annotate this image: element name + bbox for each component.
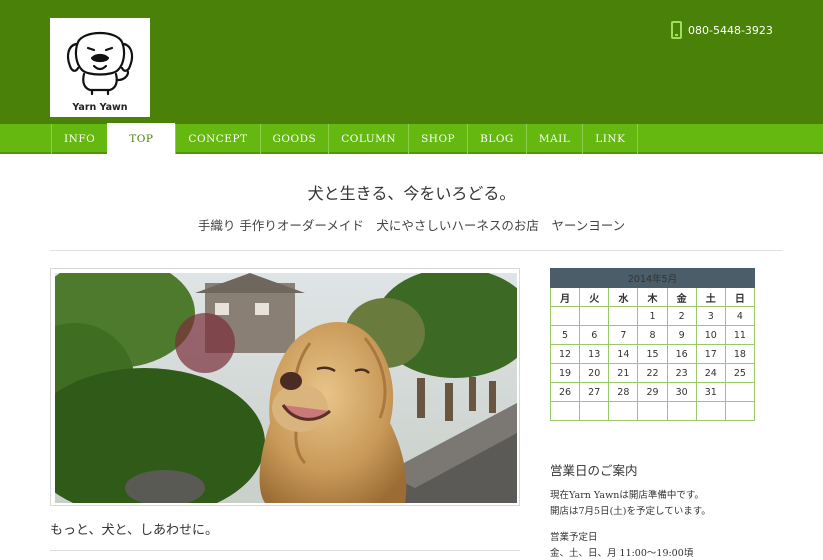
site-logo[interactable]: Yarn Yawn xyxy=(50,18,150,117)
site-subtitle: 手織り 手作りオーダーメイド 犬にやさしいハーネスのお店 ヤーンヨーン xyxy=(197,218,626,233)
calendar-weekday: 水 xyxy=(608,287,639,307)
schedule-hours: 金、土、日、月 11:00～19:00頃 xyxy=(550,548,694,559)
nav-item-link[interactable]: LINK xyxy=(582,124,639,154)
calendar-day: 9 xyxy=(666,325,697,345)
main-navigation: INFO TOP CONCEPT GOODS COLUMN SHOP BLOG … xyxy=(0,123,823,154)
hero-photo-dog xyxy=(55,273,517,503)
calendar-day: 14 xyxy=(608,344,639,364)
calendar-weekday: 日 xyxy=(724,287,756,307)
calendar-day: 22 xyxy=(637,363,668,383)
opening-status-text: 現在Yarn Yawnは開店準備中です。 xyxy=(550,490,704,501)
hero-photo-frame xyxy=(50,268,520,506)
calendar-day: 10 xyxy=(695,325,726,345)
calendar-day: 4 xyxy=(724,306,756,326)
calendar-week: 19 20 21 22 23 24 25 xyxy=(549,363,756,383)
nav-item-top[interactable]: TOP xyxy=(107,123,176,154)
nav-item-goods[interactable]: GOODS xyxy=(259,124,329,154)
calendar-day: 31 xyxy=(695,382,726,402)
business-calendar: 2014年5月 月 火 水 木 金 土 日 1 2 3 4 5 6 7 8 9 … xyxy=(549,268,756,421)
calendar-day xyxy=(549,306,581,326)
logo-text: Yarn Yawn xyxy=(72,102,128,113)
nav-item-info[interactable]: INFO xyxy=(51,124,107,154)
divider xyxy=(50,250,783,251)
calendar-day xyxy=(549,401,581,421)
photo-caption: もっと、犬と、しあわせに。 xyxy=(50,523,218,538)
calendar-day: 29 xyxy=(637,382,668,402)
schedule-label: 営業予定日 xyxy=(550,532,598,543)
calendar-day: 25 xyxy=(724,363,756,383)
calendar-week: 5 6 7 8 9 10 11 xyxy=(549,325,756,345)
calendar-week-empty xyxy=(549,401,756,421)
dog-logo-icon xyxy=(66,31,134,96)
calendar-day: 21 xyxy=(608,363,639,383)
calendar-weekday: 土 xyxy=(695,287,726,307)
nav-item-concept[interactable]: CONCEPT xyxy=(175,124,259,154)
calendar-day xyxy=(724,382,756,402)
calendar-day: 15 xyxy=(637,344,668,364)
calendar-day: 3 xyxy=(695,306,726,326)
calendar-day: 18 xyxy=(724,344,756,364)
calendar-weekday-row: 月 火 水 木 金 土 日 xyxy=(549,287,756,307)
calendar-day xyxy=(608,401,639,421)
calendar-weekday: 火 xyxy=(579,287,610,307)
calendar-weekday: 金 xyxy=(666,287,697,307)
calendar-day xyxy=(579,306,610,326)
calendar-day: 26 xyxy=(549,382,581,402)
calendar-day xyxy=(666,401,697,421)
calendar-day xyxy=(724,401,756,421)
opening-date-text: 開店は7月5日(土)を予定しています。 xyxy=(550,506,711,517)
calendar-day: 28 xyxy=(608,382,639,402)
calendar-day: 12 xyxy=(549,344,581,364)
calendar-day: 30 xyxy=(666,382,697,402)
calendar-day: 1 xyxy=(637,306,668,326)
divider xyxy=(50,550,520,551)
calendar-day: 7 xyxy=(608,325,639,345)
calendar-day: 17 xyxy=(695,344,726,364)
site-header: Yarn Yawn 080-5448-3923 xyxy=(0,0,823,124)
calendar-weekday: 木 xyxy=(637,287,668,307)
calendar-day: 8 xyxy=(637,325,668,345)
calendar-day: 6 xyxy=(579,325,610,345)
calendar-day xyxy=(637,401,668,421)
calendar-day: 19 xyxy=(549,363,581,383)
calendar-day: 11 xyxy=(724,325,756,345)
nav-item-column[interactable]: COLUMN xyxy=(328,124,408,154)
calendar-day: 23 xyxy=(666,363,697,383)
site-tagline: 犬と生きる、今をいろどる。 xyxy=(307,184,516,203)
calendar-week: 12 13 14 15 16 17 18 xyxy=(549,344,756,364)
calendar-weekday: 月 xyxy=(549,287,581,307)
calendar-day: 13 xyxy=(579,344,610,364)
calendar-day: 24 xyxy=(695,363,726,383)
calendar-week: 26 27 28 29 30 31 xyxy=(549,382,756,402)
business-days-heading: 営業日のご案内 xyxy=(550,463,638,478)
calendar-day: 16 xyxy=(666,344,697,364)
calendar-day xyxy=(608,306,639,326)
nav-item-blog[interactable]: BLOG xyxy=(467,124,526,154)
calendar-week: 1 2 3 4 xyxy=(549,306,756,326)
nav-item-mail[interactable]: MAIL xyxy=(525,124,582,154)
phone-contact[interactable]: 080-5448-3923 xyxy=(671,21,773,39)
nav-item-shop[interactable]: SHOP xyxy=(408,124,467,154)
calendar-day: 27 xyxy=(579,382,610,402)
calendar-day: 2 xyxy=(666,306,697,326)
calendar-day: 5 xyxy=(549,325,581,345)
calendar-day xyxy=(695,401,726,421)
phone-number: 080-5448-3923 xyxy=(688,23,773,37)
calendar-title: 2014年5月 xyxy=(550,268,755,288)
smartphone-icon xyxy=(671,21,682,39)
calendar-day: 20 xyxy=(579,363,610,383)
calendar-day xyxy=(579,401,610,421)
